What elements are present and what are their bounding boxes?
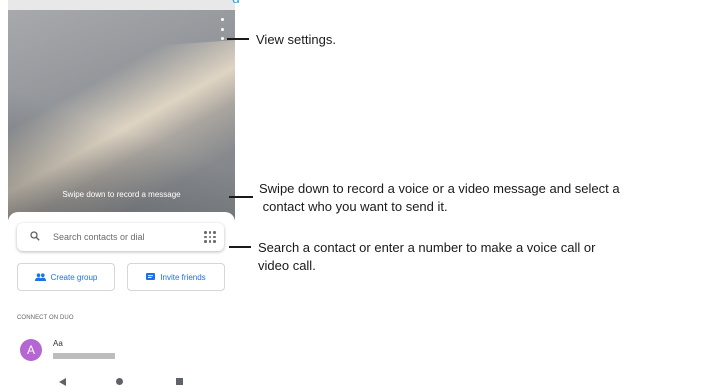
camera-preview: Swipe down to record a message [8,10,235,220]
bottom-sheet: Create group Invite friends CONNECT ON D… [8,212,235,372]
search-bar[interactable] [17,223,224,251]
callout-settings: View settings. [256,32,336,47]
more-options-icon[interactable] [215,18,229,40]
callout-swipe-line2: contact who you want to send it. [259,199,448,214]
message-icon [146,273,156,280]
home-icon[interactable] [116,378,123,385]
callout-line-swipe [229,196,253,198]
callout-swipe-line1: Swipe down to record a voice or a video … [259,181,620,196]
contact-name: Aa [53,339,63,348]
callout-search-line1: Search a contact or enter a number to ma… [258,240,596,255]
status-strip [8,0,235,10]
contact-detail-redacted [53,353,115,359]
invite-friends-button[interactable]: Invite friends [127,263,225,291]
search-icon [30,231,40,241]
recents-icon[interactable] [176,378,183,385]
create-group-button[interactable]: Create group [17,263,115,291]
back-icon[interactable] [59,378,66,386]
dialpad-icon[interactable] [204,231,216,243]
callout-line-search [229,246,251,248]
group-icon [34,273,46,281]
contact-list-item[interactable]: A Aa [17,336,227,366]
page-header-fragment: g [232,0,257,3]
create-group-label: Create group [50,272,98,282]
invite-friends-label: Invite friends [160,272,206,282]
callout-line-settings [227,38,249,40]
avatar: A [20,339,42,361]
swipe-hint: Swipe down to record a message [62,190,181,199]
navigation-bar [8,372,235,387]
preview-shadow [8,10,235,220]
callout-search-line2: video call. [258,258,316,273]
connect-section-label: CONNECT ON DUO [17,315,74,321]
search-input[interactable] [53,229,193,245]
